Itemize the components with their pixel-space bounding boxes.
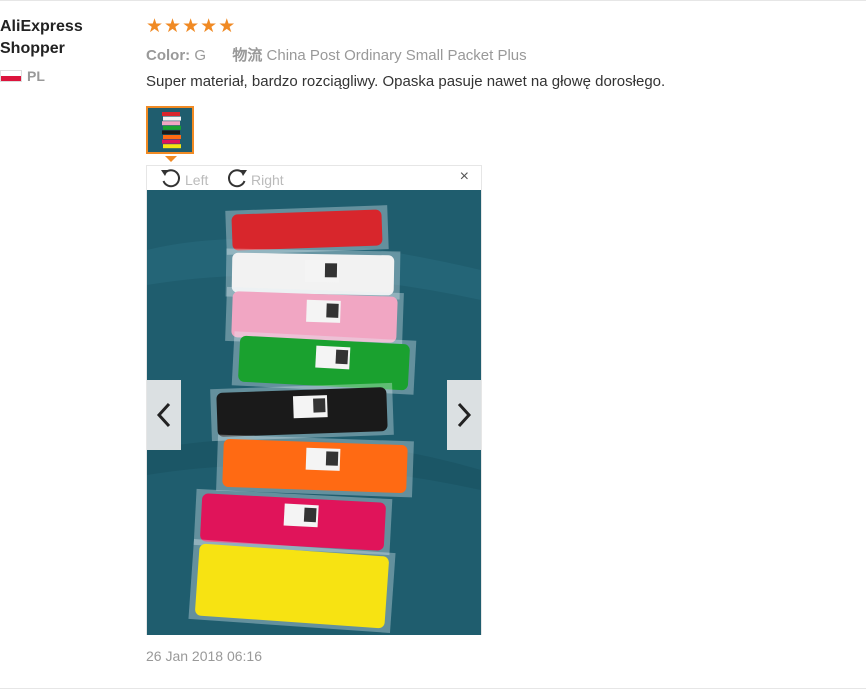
reviewer-info: AliExpress Shopper PL	[0, 16, 120, 84]
star-icon: ★	[164, 16, 182, 37]
viewer-toolbar: Left Right ×	[147, 166, 481, 190]
reviewer-country: PL	[0, 68, 120, 84]
color-value: G	[194, 47, 207, 64]
chevron-left-icon	[156, 402, 171, 428]
rotate-right-icon	[225, 167, 249, 192]
top-divider	[0, 0, 866, 1]
poland-flag-icon	[0, 70, 22, 82]
color-label: Color:	[146, 47, 191, 64]
close-icon[interactable]: ×	[460, 168, 469, 186]
star-rating: ★ ★ ★ ★ ★	[146, 17, 235, 37]
shipping-label: 物流	[232, 47, 263, 64]
star-icon: ★	[200, 16, 218, 37]
star-icon: ★	[146, 16, 164, 37]
headband-package	[216, 434, 414, 498]
reviewer-name: AliExpress Shopper	[0, 18, 83, 57]
next-photo-button[interactable]	[447, 380, 481, 450]
chevron-right-icon	[457, 402, 472, 428]
review-photo	[147, 190, 481, 635]
rotate-left-label: Left	[185, 171, 209, 188]
review-date: 26 Jan 2018 06:16	[146, 648, 262, 664]
bottom-divider	[0, 688, 866, 689]
review-photo-thumbnail[interactable]	[146, 106, 194, 154]
shipping-value: China Post Ordinary Small Packet Plus	[266, 47, 527, 64]
star-icon: ★	[182, 16, 200, 37]
previous-photo-button[interactable]	[147, 380, 181, 450]
headband-package	[188, 539, 396, 633]
rotate-right-button[interactable]: Right	[225, 167, 284, 192]
photo-viewer: Left Right ×	[146, 165, 482, 635]
country-code: PL	[27, 68, 45, 84]
rotate-right-label: Right	[251, 171, 284, 188]
rotate-left-button[interactable]: Left	[159, 167, 208, 192]
star-icon: ★	[218, 16, 236, 37]
thumbnail-caret-icon	[165, 156, 177, 162]
headband-package	[225, 205, 389, 255]
rotate-left-icon	[159, 167, 183, 192]
review-meta: Color: G 物流 China Post Ordinary Small Pa…	[146, 44, 527, 65]
review-text: Super materiał, bardzo rozciągliwy. Opas…	[146, 73, 666, 90]
headband-package	[210, 382, 394, 442]
